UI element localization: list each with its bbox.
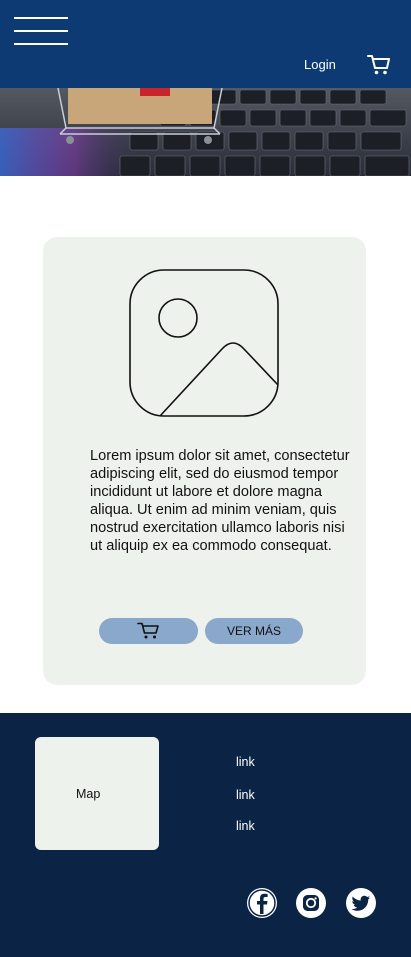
hamburger-menu-icon[interactable]	[14, 17, 68, 45]
shopping-cart-icon	[136, 622, 159, 639]
hero-photo	[0, 88, 411, 176]
facebook-icon[interactable]	[246, 887, 278, 919]
instagram-icon[interactable]	[295, 887, 327, 919]
map-box[interactable]: Map	[35, 737, 159, 850]
image-placeholder-icon	[129, 269, 279, 417]
map-label: Map	[76, 787, 101, 801]
site-header: Login	[0, 0, 411, 88]
product-card: Lorem ipsum dolor sit amet, consectetur …	[43, 237, 366, 685]
site-footer: Map link link link	[0, 713, 411, 957]
hero-image	[0, 88, 411, 176]
product-description: Lorem ipsum dolor sit amet, consectetur …	[90, 448, 350, 554]
twitter-icon[interactable]	[345, 887, 377, 919]
see-more-button[interactable]: VER MÁS	[205, 618, 303, 644]
shopping-cart-icon[interactable]	[367, 54, 391, 76]
add-to-cart-button[interactable]	[99, 618, 198, 644]
footer-link-2[interactable]: link	[236, 788, 255, 802]
footer-link-1[interactable]: link	[236, 755, 255, 769]
footer-link-3[interactable]: link	[236, 819, 255, 833]
login-link[interactable]: Login	[304, 57, 336, 72]
